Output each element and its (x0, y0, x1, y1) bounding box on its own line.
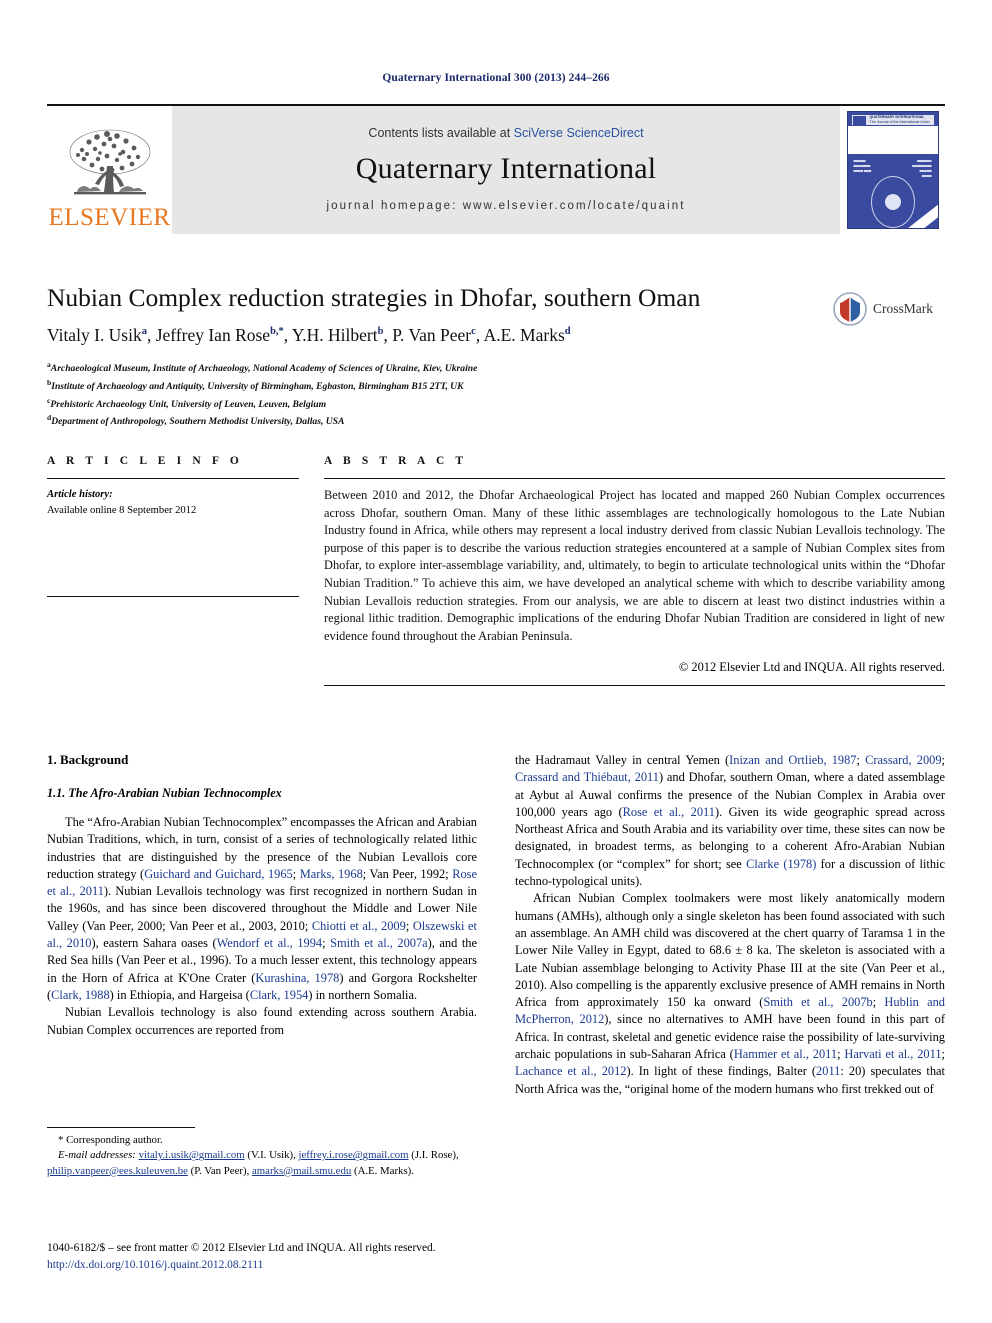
cover-emblem-box (852, 116, 866, 125)
email-link[interactable]: jeffrey.i.rose@gmail.com (298, 1149, 408, 1161)
email-link[interactable]: philip.vanpeer@ees.kuleuven.be (47, 1165, 188, 1177)
cover-right-text: ▄▄▄▄▄▄ ▄▄▄▄▄▄▄▄ ▄▄▄▄▄ ▄▄▄▄ (912, 158, 932, 178)
paragraph: The “Afro-Arabian Nubian Technocomplex” … (47, 815, 477, 1002)
page-title: Nubian Complex reduction strategies in D… (47, 283, 701, 312)
crossmark-label: CrossMark (873, 301, 933, 316)
abstract-copyright: © 2012 Elsevier Ltd and INQUA. All right… (678, 660, 945, 675)
article-info-block: A R T I C L E I N F O Article history: A… (47, 455, 299, 686)
citation-link[interactable]: Kurashina, 1978 (255, 971, 339, 985)
citation-link[interactable]: Guichard and Guichard, 1965 (144, 867, 293, 881)
citation-link[interactable]: Chiotti et al., 2009 (312, 919, 406, 933)
section-heading-background: 1. Background (47, 752, 129, 767)
elsevier-tree-icon (69, 129, 150, 195)
citation-link[interactable]: Crassard, 2009 (865, 753, 941, 767)
citation-link[interactable]: Harvati et al., 2011 (844, 1047, 941, 1061)
article-info-heading: A R T I C L E I N F O (47, 455, 243, 467)
email-1: jeffrey.i.rose@gmail.com (J.I. Rose), (298, 1149, 459, 1162)
cover-white-band (847, 126, 938, 154)
elsevier-wordmark: ELSEVIER (48, 204, 171, 231)
citation-link[interactable]: Clark, 1954 (250, 988, 309, 1002)
abstract-block: A B S T R A C T Between 2010 and 2012, t… (324, 455, 945, 687)
affiliation-item: cPrehistoric Archaeology Unit, Universit… (47, 395, 327, 410)
citation-link[interactable]: 2011 (816, 1064, 840, 1078)
email-link[interactable]: amarks@mail.smu.edu (252, 1165, 351, 1177)
sciencedirect-link[interactable]: SciVerse ScienceDirect (514, 126, 644, 140)
email-0: vitaly.i.usik@gmail.com (V.I. Usik), (138, 1149, 296, 1162)
journal-cover-thumbnail[interactable]: QUATERNARY INTERNATIONAL The Journal of … (846, 111, 939, 229)
footnote-rule (47, 1127, 195, 1128)
affiliation-list: aArchaeological Museum, Institute of Arc… (47, 359, 945, 430)
citation-link[interactable]: Clarke (1978) (746, 857, 816, 871)
citation-link[interactable]: Smith et al., 2007a (330, 936, 428, 950)
cover-left-text: ▄▄▄▄▄ ▄▄▄▄▄▄▄ ▄▄▄▄ ▄▄▄ (853, 158, 872, 173)
body-columns: 1. Background 1.1. The Afro-Arabian Nubi… (47, 752, 945, 1098)
subsection-heading-technocomplex: 1.1. The Afro-Arabian Nubian Technocompl… (47, 786, 282, 800)
email-label: E-mail addresses: (58, 1149, 136, 1162)
citation-link[interactable]: Smith et al., 2007b (763, 995, 872, 1009)
citation-link[interactable]: Inizan and Ortlieb, 1987 (729, 753, 856, 767)
abstract-bottom-rule (324, 685, 945, 687)
email-3: amarks@mail.smu.edu (A.E. Marks). (251, 1164, 414, 1177)
journal-homepage-link[interactable]: journal homepage: www.elsevier.com/locat… (326, 200, 685, 212)
journal-banner: Contents lists available at SciVerse Sci… (172, 106, 840, 234)
elsevier-logo: ELSEVIER (47, 106, 172, 234)
journal-title: Quaternary International (355, 152, 657, 185)
title-block: Nubian Complex reduction strategies in D… (47, 283, 945, 430)
crossmark-badge[interactable]: CrossMark (833, 285, 945, 333)
contents-prefix: Contents lists available at (368, 126, 514, 140)
doi-link[interactable]: http://dx.doi.org/10.1016/j.quaint.2012.… (47, 1257, 945, 1274)
info-abstract-row: A R T I C L E I N F O Article history: A… (47, 455, 945, 687)
citation-link[interactable]: Hammer et al., 2011 (734, 1047, 837, 1061)
contents-lists-line: Contents lists available at SciVerse Sci… (368, 126, 643, 140)
citation-link[interactable]: Lachance et al., 2012 (515, 1064, 627, 1078)
citation-link[interactable]: Clark, 1988 (51, 988, 110, 1002)
corresponding-author-note: * Corresponding author. (58, 1134, 163, 1146)
abstract-text: Between 2010 and 2012, the Dhofar Archae… (324, 488, 945, 643)
citation-link[interactable]: Crassard and Thiébaut, 2011 (515, 770, 659, 784)
imprint-block: 1040-6182/$ – see front matter © 2012 El… (47, 1240, 945, 1274)
email-2: philip.vanpeer@ees.kuleuven.be (P. Van P… (47, 1164, 250, 1177)
footnote-block: * Corresponding author. E-mail addresses… (47, 1127, 477, 1179)
email-addresses-note: E-mail addresses: vitaly.i.usik@gmail.co… (47, 1148, 477, 1179)
abstract-heading: A B S T R A C T (324, 455, 468, 467)
paragraph: Nubian Levallois technology is also foun… (47, 1005, 477, 1037)
citation-link[interactable]: Rose et al., 2011 (623, 805, 715, 819)
affiliation-item: aArchaeological Museum, Institute of Arc… (47, 360, 478, 375)
email-link[interactable]: vitaly.i.usik@gmail.com (139, 1149, 245, 1161)
cover-seal-icon (870, 176, 915, 228)
journal-masthead: ELSEVIER Contents lists available at Sci… (47, 104, 945, 234)
article-page: Quaternary International 300 (2013) 244–… (0, 0, 992, 1323)
article-info-rule (47, 478, 299, 479)
paragraph: African Nubian Complex toolmakers were m… (515, 891, 945, 1096)
journal-cover-cell: QUATERNARY INTERNATIONAL The Journal of … (840, 106, 945, 234)
citation-link[interactable]: Wendorf et al., 1994 (217, 936, 323, 950)
abstract-rule (324, 478, 945, 479)
left-column: 1. Background 1.1. The Afro-Arabian Nubi… (47, 752, 477, 1098)
author-list: Vitaly I. Usika, Jeffrey Ian Roseb,*, Y.… (47, 325, 571, 346)
right-column: the Hadramaut Valley in central Yemen (I… (515, 752, 945, 1098)
article-history-value: Available online 8 September 2012 (47, 505, 197, 517)
affiliation-item: dDepartment of Anthropology, Southern Me… (47, 413, 345, 428)
article-info-bottom-rule (47, 595, 299, 597)
running-head: Quaternary International 300 (2013) 244–… (382, 72, 610, 84)
imprint-front-matter: 1040-6182/$ – see front matter © 2012 El… (47, 1242, 436, 1254)
citation-link[interactable]: Marks, 1968 (300, 867, 363, 881)
article-history-label: Article history: (47, 489, 113, 500)
paragraph: the Hadramaut Valley in central Yemen (I… (515, 753, 945, 889)
affiliation-item: bInstitute of Archaeology and Antiquity,… (47, 378, 464, 393)
citation-link[interactable]: Hublin and McPherron, 2012 (515, 995, 945, 1026)
crossmark-icon (833, 292, 867, 326)
